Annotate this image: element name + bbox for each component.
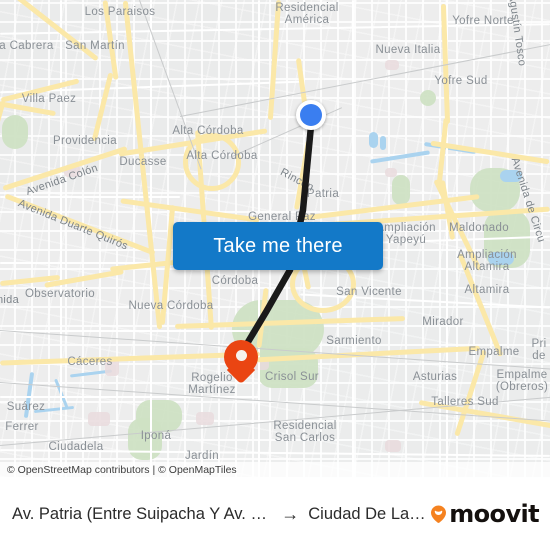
map-place-label: Villa Paez [21,93,77,105]
map-place-label: San Martín [65,40,125,52]
map-place-label: Residencial San Carlos [273,420,337,444]
app-screen: Los Paraisos Residencial América Yofre Nor… [0,0,550,550]
trip-summary[interactable]: Av. Patria (Entre Suipacha Y Av. E... → … [0,505,430,524]
map-place-label: Ampliación Yapeyú [376,222,436,246]
map-place-label: Los Paraisos [84,6,156,18]
map-place-label: Ampliación Altamira [457,249,517,273]
map-park [2,115,28,149]
moovit-pin-icon [431,505,447,523]
map-place-label: Córdoba [211,275,259,287]
map-place-label: Empalme [468,346,520,358]
take-me-there-button[interactable]: Take me there [173,222,383,270]
map-place-label: Ducasse [119,156,167,168]
trip-origin-label: Av. Patria (Entre Suipacha Y Av. E... [12,504,273,523]
map-place-label: Mirador [422,316,464,328]
map-place-label: Yofre Sud [434,75,488,87]
map-landuse [196,412,214,425]
map-landuse [385,168,397,177]
map-place-label: Nueva Córdoba [128,300,214,312]
map-landuse [385,60,399,70]
map-place-label: Ciudadela [48,441,104,453]
pin-hole [235,350,247,361]
map-place-label: Yofre Norte [452,15,514,27]
map-water [369,132,378,148]
map-landuse [88,412,110,426]
map-street-label: nida [0,294,19,306]
moovit-wordmark: moovit [449,500,539,528]
attribution-text[interactable]: © OpenStreetMap contributors | © OpenMap… [0,464,237,476]
map-place-label: Alta Córdoba [186,150,258,162]
moovit-logo[interactable]: moovit [430,502,550,526]
origin-dot-icon[interactable] [296,100,326,130]
map-landuse [385,440,401,452]
map-park [420,90,436,106]
map-attribution-bar: © OpenStreetMap contributors | © OpenMap… [0,462,550,478]
map-place-label: Jardín [184,450,220,462]
map-place-label: Ferrer [5,421,39,433]
map-park [392,175,410,205]
trip-destination-label: Ciudad De Las ... [308,504,431,523]
map-place-label: la Cabrera [0,40,54,52]
origin-dot-inner [300,104,322,126]
map-place-label: Maldonado [448,222,510,234]
map-place-label: Cáceres [67,356,113,368]
map-place-label: Sarmiento [326,335,382,347]
map-place-label: Alta Córdoba [172,125,244,137]
map-place-label: Pri de [531,338,547,362]
map-place-label: Empalme (Obreros) [495,369,549,393]
map-place-label: Iponá [140,430,172,442]
map-place-label: Crisol Sur [265,371,319,383]
destination-pin-icon[interactable] [224,340,258,385]
map-road [60,0,62,478]
map-place-label: Nueva Italia [375,44,441,56]
map-place-label: Residencial América [275,2,339,26]
map-place-label: Talleres Sud [431,396,499,408]
map-place-label: Altamira [464,284,510,296]
map-place-label: Observatorio [24,288,96,300]
bottom-trip-bar: Av. Patria (Entre Suipacha Y Av. E... → … [0,478,550,550]
map-place-label: Suárez [6,401,46,413]
arrow-right-icon: → [281,504,300,524]
map-place-label: Asturias [412,371,458,383]
map-water [380,136,386,150]
map-place-label: San Vicente [336,286,402,298]
map-place-label: Providencia [53,135,117,147]
map-canvas[interactable]: Los Paraisos Residencial América Yofre Nor… [0,0,550,478]
